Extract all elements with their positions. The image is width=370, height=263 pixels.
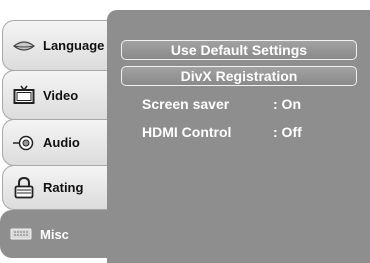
setting-value: : Off bbox=[273, 124, 302, 140]
speech-lips-icon bbox=[11, 35, 37, 57]
button-label: DivX Registration bbox=[180, 68, 298, 84]
sidebar-item-rating[interactable]: Rating bbox=[2, 165, 110, 210]
sidebar: Language Video Audio Rating Misc bbox=[0, 0, 112, 263]
sidebar-item-language[interactable]: Language bbox=[2, 20, 110, 71]
sidebar-item-label: Language bbox=[43, 38, 105, 53]
setting-label: HDMI Control bbox=[142, 124, 232, 140]
use-default-settings-button[interactable]: Use Default Settings bbox=[121, 40, 357, 60]
sidebar-item-label: Misc bbox=[40, 226, 69, 242]
padlock-icon bbox=[11, 176, 37, 199]
sidebar-item-audio[interactable]: Audio bbox=[2, 119, 110, 166]
divx-registration-button[interactable]: DivX Registration bbox=[121, 66, 357, 86]
sidebar-item-label: Audio bbox=[43, 135, 80, 150]
sidebar-item-label: Rating bbox=[43, 180, 84, 195]
sidebar-item-video[interactable]: Video bbox=[2, 70, 110, 120]
sidebar-item-label: Video bbox=[43, 87, 79, 103]
button-label: Use Default Settings bbox=[170, 42, 308, 58]
setting-value: : On bbox=[273, 96, 301, 112]
tv-icon bbox=[11, 84, 37, 106]
hdmi-control-setting[interactable]: HDMI Control : Off bbox=[142, 124, 302, 140]
sidebar-item-misc[interactable]: Misc bbox=[0, 210, 112, 258]
keyboard-icon bbox=[8, 223, 34, 245]
screen-saver-setting[interactable]: Screen saver : On bbox=[142, 96, 301, 112]
settings-panel: Use Default Settings DivX Registration S… bbox=[107, 10, 370, 263]
speaker-icon bbox=[11, 132, 37, 154]
setting-label: Screen saver bbox=[142, 96, 230, 112]
